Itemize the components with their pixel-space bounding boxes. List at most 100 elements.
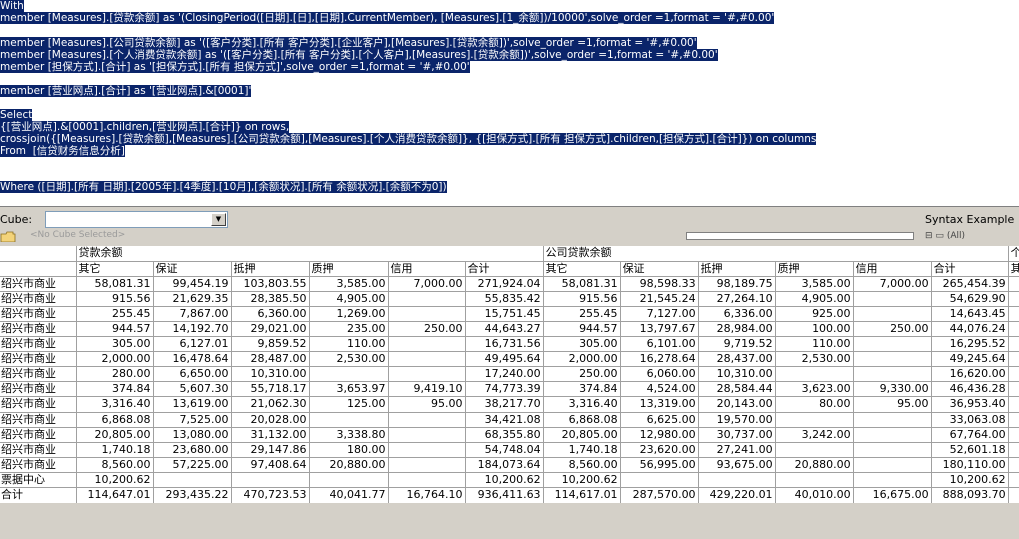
table-cell[interactable]: 10,310.00: [231, 366, 310, 383]
measure-group-header[interactable]: 个: [1008, 246, 1019, 262]
measure-group-header[interactable]: 公司贷款余额: [543, 246, 1009, 262]
table-cell[interactable]: 31,132.00: [231, 427, 310, 443]
table-cell[interactable]: [388, 472, 466, 489]
query-line[interactable]: crossjoin({[Measures].[贷款余额],[Measures].…: [0, 133, 817, 145]
table-cell[interactable]: 95.00: [388, 396, 466, 413]
table-cell[interactable]: 16,675.00: [853, 487, 932, 503]
table-cell[interactable]: 58,081.31: [543, 276, 621, 292]
table-cell[interactable]: 20,880.00: [309, 457, 389, 473]
table-cell[interactable]: 250.00: [388, 321, 466, 338]
table-cell[interactable]: [853, 351, 932, 368]
table-cell[interactable]: 15,751.45: [465, 306, 544, 322]
table-cell[interactable]: [309, 412, 389, 428]
table-cell[interactable]: 10,200.62: [931, 472, 1009, 489]
table-cell[interactable]: [775, 366, 854, 383]
column-header[interactable]: 合计: [465, 261, 544, 277]
table-cell[interactable]: 14,192.70: [153, 321, 232, 338]
table-cell[interactable]: 55,835.42: [465, 291, 544, 307]
table-cell[interactable]: 44,076.24: [931, 321, 1009, 338]
column-header[interactable]: 其它: [543, 261, 621, 277]
table-cell[interactable]: 6,101.00: [620, 336, 699, 353]
table-cell[interactable]: 1,740.18: [76, 442, 154, 458]
table-cell[interactable]: 6,336.00: [698, 306, 776, 322]
row-header[interactable]: 绍兴市商业: [0, 276, 77, 292]
table-cell[interactable]: 305.00: [76, 336, 154, 353]
table-cell[interactable]: 5,607.30: [153, 381, 232, 398]
row-header[interactable]: 绍兴市商业: [0, 291, 77, 307]
row-header[interactable]: 绍兴市商业: [0, 366, 77, 383]
row-header[interactable]: 绍兴市商业: [0, 412, 77, 428]
table-cell[interactable]: 3,316.40: [76, 396, 154, 413]
table-cell[interactable]: 21,062.30: [231, 396, 310, 413]
table-cell[interactable]: 28,984.00: [698, 321, 776, 338]
table-cell[interactable]: 16,731.56: [465, 336, 544, 353]
table-cell[interactable]: 110.00: [775, 336, 854, 353]
table-cell[interactable]: 28,584.44: [698, 381, 776, 398]
table-cell[interactable]: 6,360.00: [231, 306, 310, 322]
metadata-tree-root[interactable]: ⊟ ▭ (All): [925, 231, 965, 241]
table-cell[interactable]: 374.84: [543, 381, 621, 398]
table-cell[interactable]: 20,880.00: [775, 457, 854, 473]
table-cell[interactable]: 20,143.00: [698, 396, 776, 413]
table-cell[interactable]: 184,073.64: [465, 457, 544, 473]
table-cell[interactable]: [1008, 336, 1019, 353]
table-cell[interactable]: 374.84: [76, 381, 154, 398]
table-cell[interactable]: 180.00: [309, 442, 389, 458]
query-line[interactable]: Select: [0, 109, 33, 121]
table-cell[interactable]: 2,000.00: [76, 351, 154, 368]
table-cell[interactable]: 28,385.50: [231, 291, 310, 307]
table-cell[interactable]: 9,859.52: [231, 336, 310, 353]
table-cell[interactable]: 4,905.00: [775, 291, 854, 307]
table-cell[interactable]: 9,419.10: [388, 381, 466, 398]
table-cell[interactable]: 20,805.00: [543, 427, 621, 443]
table-cell[interactable]: 33,063.08: [931, 412, 1009, 428]
table-cell[interactable]: [775, 412, 854, 428]
table-cell[interactable]: 98,598.33: [620, 276, 699, 292]
table-cell[interactable]: [1008, 381, 1019, 398]
table-cell[interactable]: 6,625.00: [620, 412, 699, 428]
table-cell[interactable]: 9,719.52: [698, 336, 776, 353]
table-cell[interactable]: 21,629.35: [153, 291, 232, 307]
table-cell[interactable]: 265,454.39: [931, 276, 1009, 292]
table-cell[interactable]: 7,867.00: [153, 306, 232, 322]
column-header[interactable]: 合计: [931, 261, 1009, 277]
table-cell[interactable]: 925.00: [775, 306, 854, 322]
table-cell[interactable]: [1008, 442, 1019, 458]
row-header[interactable]: 绍兴市商业: [0, 427, 77, 443]
table-cell[interactable]: 3,653.97: [309, 381, 389, 398]
table-cell[interactable]: 7,525.00: [153, 412, 232, 428]
table-cell[interactable]: 17,240.00: [465, 366, 544, 383]
table-cell[interactable]: 7,000.00: [853, 276, 932, 292]
table-cell[interactable]: 80.00: [775, 396, 854, 413]
table-cell[interactable]: 6,650.00: [153, 366, 232, 383]
table-cell[interactable]: [620, 472, 699, 489]
table-cell[interactable]: [388, 291, 466, 307]
grid-corner[interactable]: [0, 261, 77, 277]
table-cell[interactable]: 293,435.22: [153, 487, 232, 503]
table-cell[interactable]: 287,570.00: [620, 487, 699, 503]
table-cell[interactable]: 13,080.00: [153, 427, 232, 443]
table-cell[interactable]: [853, 442, 932, 458]
table-cell[interactable]: 10,200.62: [465, 472, 544, 489]
table-cell[interactable]: 97,408.64: [231, 457, 310, 473]
table-cell[interactable]: 21,545.24: [620, 291, 699, 307]
row-header[interactable]: 绍兴市商业: [0, 336, 77, 353]
table-cell[interactable]: [1008, 487, 1019, 503]
table-cell[interactable]: 3,623.00: [775, 381, 854, 398]
grid-corner[interactable]: [0, 246, 77, 262]
row-header[interactable]: 绍兴市商业: [0, 457, 77, 473]
table-cell[interactable]: 2,530.00: [775, 351, 854, 368]
table-cell[interactable]: 7,000.00: [388, 276, 466, 292]
query-line[interactable]: member [Measures].[公司贷款余额] as '([客户分类].[…: [0, 37, 697, 49]
table-cell[interactable]: 100.00: [775, 321, 854, 338]
table-cell[interactable]: 54,629.90: [931, 291, 1009, 307]
table-cell[interactable]: 49,245.64: [931, 351, 1009, 368]
table-cell[interactable]: 67,764.00: [931, 427, 1009, 443]
table-cell[interactable]: [853, 366, 932, 383]
row-header[interactable]: 绍兴市商业: [0, 381, 77, 398]
table-cell[interactable]: 10,200.62: [76, 472, 154, 489]
table-cell[interactable]: 28,487.00: [231, 351, 310, 368]
table-cell[interactable]: 114,617.01: [543, 487, 621, 503]
column-header[interactable]: 其它: [76, 261, 154, 277]
table-cell[interactable]: 114,647.01: [76, 487, 154, 503]
